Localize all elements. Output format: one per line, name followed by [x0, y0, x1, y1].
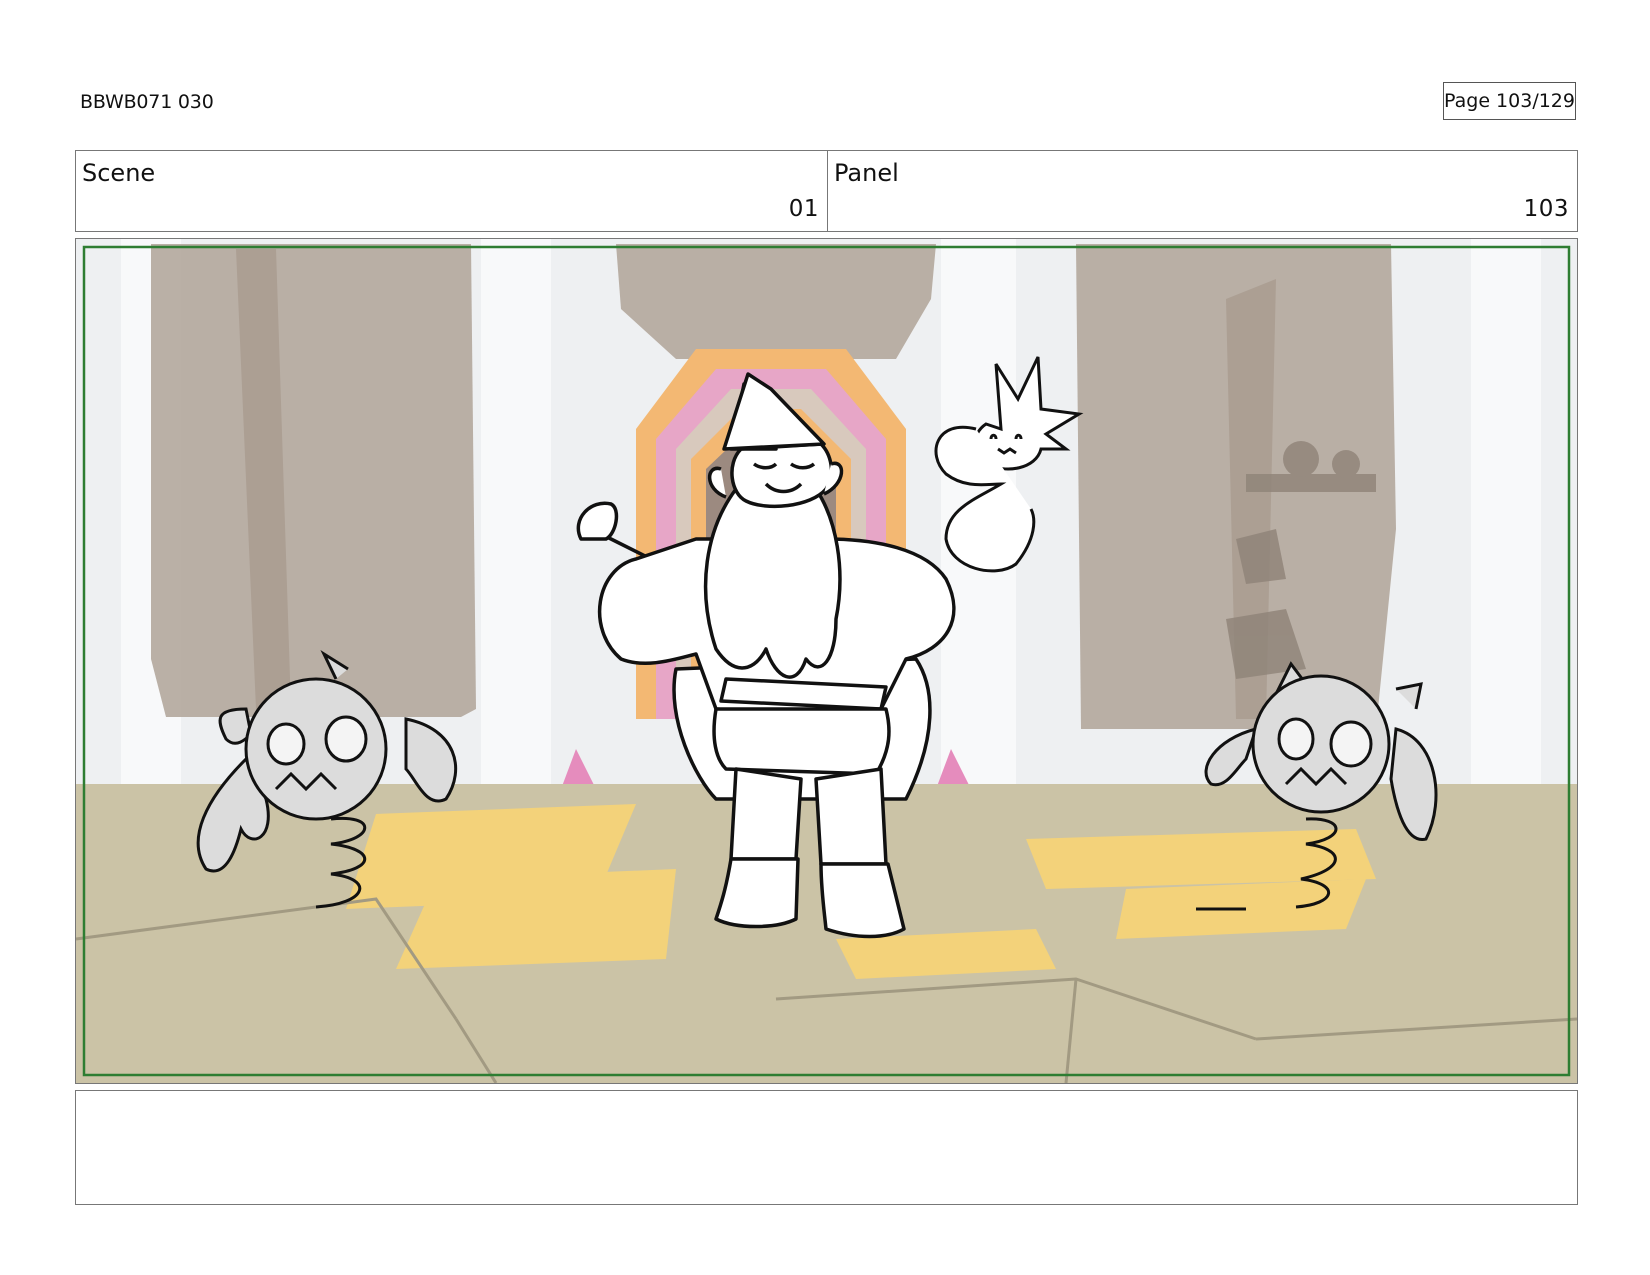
scene-label: Scene	[82, 159, 156, 187]
scene-panel-info: Scene 01 Panel 103	[75, 150, 1578, 232]
panel-cell: Panel 103	[828, 151, 1577, 231]
scene-number: 01	[788, 196, 819, 222]
panel-number: 103	[1523, 196, 1569, 222]
scene-cell: Scene 01	[76, 151, 828, 231]
document-id: BBWB071 030	[80, 91, 214, 113]
storyboard-frame	[75, 238, 1578, 1084]
page-number-badge: Page 103/129	[1443, 82, 1576, 120]
storyboard-drawing	[76, 239, 1577, 1083]
panel-notes-box	[75, 1090, 1578, 1205]
panel-label: Panel	[834, 159, 899, 187]
